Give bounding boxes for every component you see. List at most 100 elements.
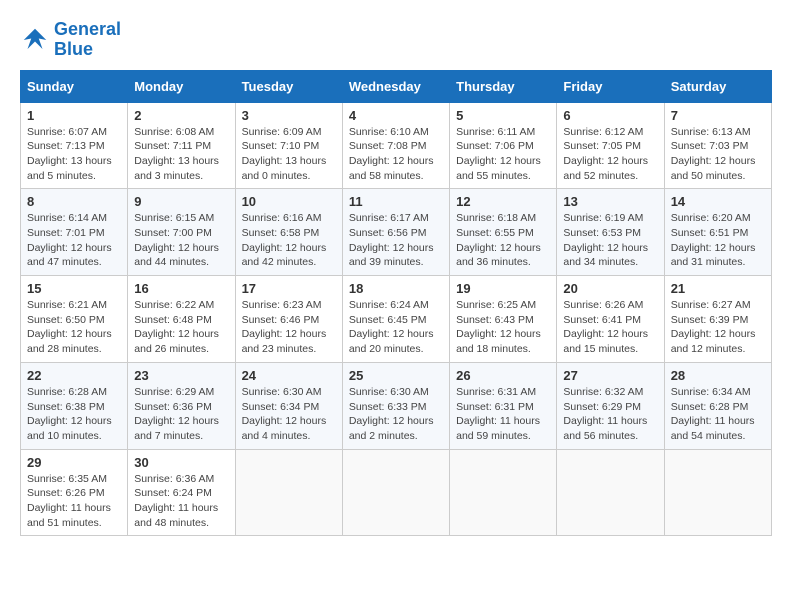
day-number: 18 (349, 281, 443, 296)
col-header-monday: Monday (128, 70, 235, 102)
day-detail: Sunrise: 6:34 AM Sunset: 6:28 PM Dayligh… (671, 385, 765, 444)
week-row-3: 15 Sunrise: 6:21 AM Sunset: 6:50 PM Dayli… (21, 276, 772, 363)
week-row-4: 22Sunrise: 6:28 AM Sunset: 6:38 PM Dayli… (21, 362, 772, 449)
day-detail: Sunrise: 6:32 AM Sunset: 6:29 PM Dayligh… (563, 385, 657, 444)
day-number: 3 (242, 108, 336, 123)
day-number: 11 (349, 194, 443, 209)
calendar-cell: 18 Sunrise: 6:24 AM Sunset: 6:45 PM Dayli… (342, 276, 449, 363)
calendar-cell: 14 Sunrise: 6:20 AM Sunset: 6:51 PM Dayli… (664, 189, 771, 276)
day-detail: Sunrise: 6:14 AM Sunset: 7:01 PM Dayligh… (27, 211, 121, 270)
calendar-cell: 4Sunrise: 6:10 AM Sunset: 7:08 PM Daylig… (342, 102, 449, 189)
calendar-cell: 25 Sunrise: 6:30 AM Sunset: 6:33 PM Dayli… (342, 362, 449, 449)
calendar-table: SundayMondayTuesdayWednesdayThursdayFrid… (20, 70, 772, 537)
calendar-cell: 12Sunrise: 6:18 AM Sunset: 6:55 PM Dayli… (450, 189, 557, 276)
calendar-cell (664, 449, 771, 536)
calendar-body: 1 Sunrise: 6:07 AM Sunset: 7:13 PM Daylig… (21, 102, 772, 536)
day-detail: Sunrise: 6:31 AM Sunset: 6:31 PM Dayligh… (456, 385, 550, 444)
calendar-cell: 29 Sunrise: 6:35 AM Sunset: 6:26 PM Dayli… (21, 449, 128, 536)
col-header-saturday: Saturday (664, 70, 771, 102)
calendar-cell (235, 449, 342, 536)
week-row-1: 1 Sunrise: 6:07 AM Sunset: 7:13 PM Daylig… (21, 102, 772, 189)
day-detail: Sunrise: 6:13 AM Sunset: 7:03 PM Dayligh… (671, 125, 765, 184)
day-number: 6 (563, 108, 657, 123)
calendar-cell: 28 Sunrise: 6:34 AM Sunset: 6:28 PM Dayli… (664, 362, 771, 449)
day-number: 8 (27, 194, 121, 209)
col-header-tuesday: Tuesday (235, 70, 342, 102)
day-number: 28 (671, 368, 765, 383)
logo-text: General Blue (54, 20, 121, 60)
calendar-cell: 19 Sunrise: 6:25 AM Sunset: 6:43 PM Dayli… (450, 276, 557, 363)
day-number: 23 (134, 368, 228, 383)
col-header-sunday: Sunday (21, 70, 128, 102)
day-number: 16 (134, 281, 228, 296)
day-detail: Sunrise: 6:19 AM Sunset: 6:53 PM Dayligh… (563, 211, 657, 270)
calendar-cell: 8 Sunrise: 6:14 AM Sunset: 7:01 PM Daylig… (21, 189, 128, 276)
col-header-friday: Friday (557, 70, 664, 102)
calendar-cell: 30Sunrise: 6:36 AM Sunset: 6:24 PM Dayli… (128, 449, 235, 536)
day-detail: Sunrise: 6:26 AM Sunset: 6:41 PM Dayligh… (563, 298, 657, 357)
day-number: 15 (27, 281, 121, 296)
day-detail: Sunrise: 6:23 AM Sunset: 6:46 PM Dayligh… (242, 298, 336, 357)
calendar-cell: 2 Sunrise: 6:08 AM Sunset: 7:11 PM Daylig… (128, 102, 235, 189)
day-number: 2 (134, 108, 228, 123)
day-detail: Sunrise: 6:29 AM Sunset: 6:36 PM Dayligh… (134, 385, 228, 444)
day-number: 5 (456, 108, 550, 123)
week-row-2: 8 Sunrise: 6:14 AM Sunset: 7:01 PM Daylig… (21, 189, 772, 276)
day-detail: Sunrise: 6:24 AM Sunset: 6:45 PM Dayligh… (349, 298, 443, 357)
day-detail: Sunrise: 6:20 AM Sunset: 6:51 PM Dayligh… (671, 211, 765, 270)
calendar-cell: 21 Sunrise: 6:27 AM Sunset: 6:39 PM Dayli… (664, 276, 771, 363)
calendar-cell: 3 Sunrise: 6:09 AM Sunset: 7:10 PM Daylig… (235, 102, 342, 189)
day-number: 10 (242, 194, 336, 209)
day-number: 12 (456, 194, 550, 209)
day-detail: Sunrise: 6:11 AM Sunset: 7:06 PM Dayligh… (456, 125, 550, 184)
calendar-cell (450, 449, 557, 536)
day-detail: Sunrise: 6:21 AM Sunset: 6:50 PM Dayligh… (27, 298, 121, 357)
calendar-cell: 7 Sunrise: 6:13 AM Sunset: 7:03 PM Daylig… (664, 102, 771, 189)
day-detail: Sunrise: 6:08 AM Sunset: 7:11 PM Dayligh… (134, 125, 228, 184)
calendar-header: SundayMondayTuesdayWednesdayThursdayFrid… (21, 70, 772, 102)
calendar-cell: 6 Sunrise: 6:12 AM Sunset: 7:05 PM Daylig… (557, 102, 664, 189)
day-detail: Sunrise: 6:22 AM Sunset: 6:48 PM Dayligh… (134, 298, 228, 357)
week-row-5: 29 Sunrise: 6:35 AM Sunset: 6:26 PM Dayli… (21, 449, 772, 536)
day-number: 26 (456, 368, 550, 383)
day-detail: Sunrise: 6:10 AM Sunset: 7:08 PM Dayligh… (349, 125, 443, 184)
calendar-cell: 27Sunrise: 6:32 AM Sunset: 6:29 PM Dayli… (557, 362, 664, 449)
day-number: 13 (563, 194, 657, 209)
calendar-cell (557, 449, 664, 536)
day-number: 9 (134, 194, 228, 209)
day-number: 14 (671, 194, 765, 209)
day-detail: Sunrise: 6:17 AM Sunset: 6:56 PM Dayligh… (349, 211, 443, 270)
calendar-cell: 1 Sunrise: 6:07 AM Sunset: 7:13 PM Daylig… (21, 102, 128, 189)
day-detail: Sunrise: 6:27 AM Sunset: 6:39 PM Dayligh… (671, 298, 765, 357)
day-number: 25 (349, 368, 443, 383)
day-number: 1 (27, 108, 121, 123)
day-detail: Sunrise: 6:09 AM Sunset: 7:10 PM Dayligh… (242, 125, 336, 184)
day-detail: Sunrise: 6:25 AM Sunset: 6:43 PM Dayligh… (456, 298, 550, 357)
calendar-cell: 16 Sunrise: 6:22 AM Sunset: 6:48 PM Dayli… (128, 276, 235, 363)
day-detail: Sunrise: 6:30 AM Sunset: 6:33 PM Dayligh… (349, 385, 443, 444)
day-number: 19 (456, 281, 550, 296)
col-header-thursday: Thursday (450, 70, 557, 102)
day-detail: Sunrise: 6:30 AM Sunset: 6:34 PM Dayligh… (242, 385, 336, 444)
day-detail: Sunrise: 6:36 AM Sunset: 6:24 PM Dayligh… (134, 472, 228, 531)
day-number: 20 (563, 281, 657, 296)
day-detail: Sunrise: 6:35 AM Sunset: 6:26 PM Dayligh… (27, 472, 121, 531)
calendar-cell: 5 Sunrise: 6:11 AM Sunset: 7:06 PM Daylig… (450, 102, 557, 189)
calendar-cell: 13 Sunrise: 6:19 AM Sunset: 6:53 PM Dayli… (557, 189, 664, 276)
day-number: 24 (242, 368, 336, 383)
day-number: 29 (27, 455, 121, 470)
day-number: 7 (671, 108, 765, 123)
calendar-cell: 24 Sunrise: 6:30 AM Sunset: 6:34 PM Dayli… (235, 362, 342, 449)
calendar-cell: 15 Sunrise: 6:21 AM Sunset: 6:50 PM Dayli… (21, 276, 128, 363)
calendar-cell: 23 Sunrise: 6:29 AM Sunset: 6:36 PM Dayli… (128, 362, 235, 449)
logo: General Blue (20, 20, 121, 60)
day-detail: Sunrise: 6:15 AM Sunset: 7:00 PM Dayligh… (134, 211, 228, 270)
day-number: 17 (242, 281, 336, 296)
day-detail: Sunrise: 6:28 AM Sunset: 6:38 PM Dayligh… (27, 385, 121, 444)
calendar-cell: 17 Sunrise: 6:23 AM Sunset: 6:46 PM Dayli… (235, 276, 342, 363)
calendar-cell: 9 Sunrise: 6:15 AM Sunset: 7:00 PM Daylig… (128, 189, 235, 276)
calendar-cell (342, 449, 449, 536)
day-detail: Sunrise: 6:12 AM Sunset: 7:05 PM Dayligh… (563, 125, 657, 184)
day-detail: Sunrise: 6:07 AM Sunset: 7:13 PM Dayligh… (27, 125, 121, 184)
day-number: 21 (671, 281, 765, 296)
